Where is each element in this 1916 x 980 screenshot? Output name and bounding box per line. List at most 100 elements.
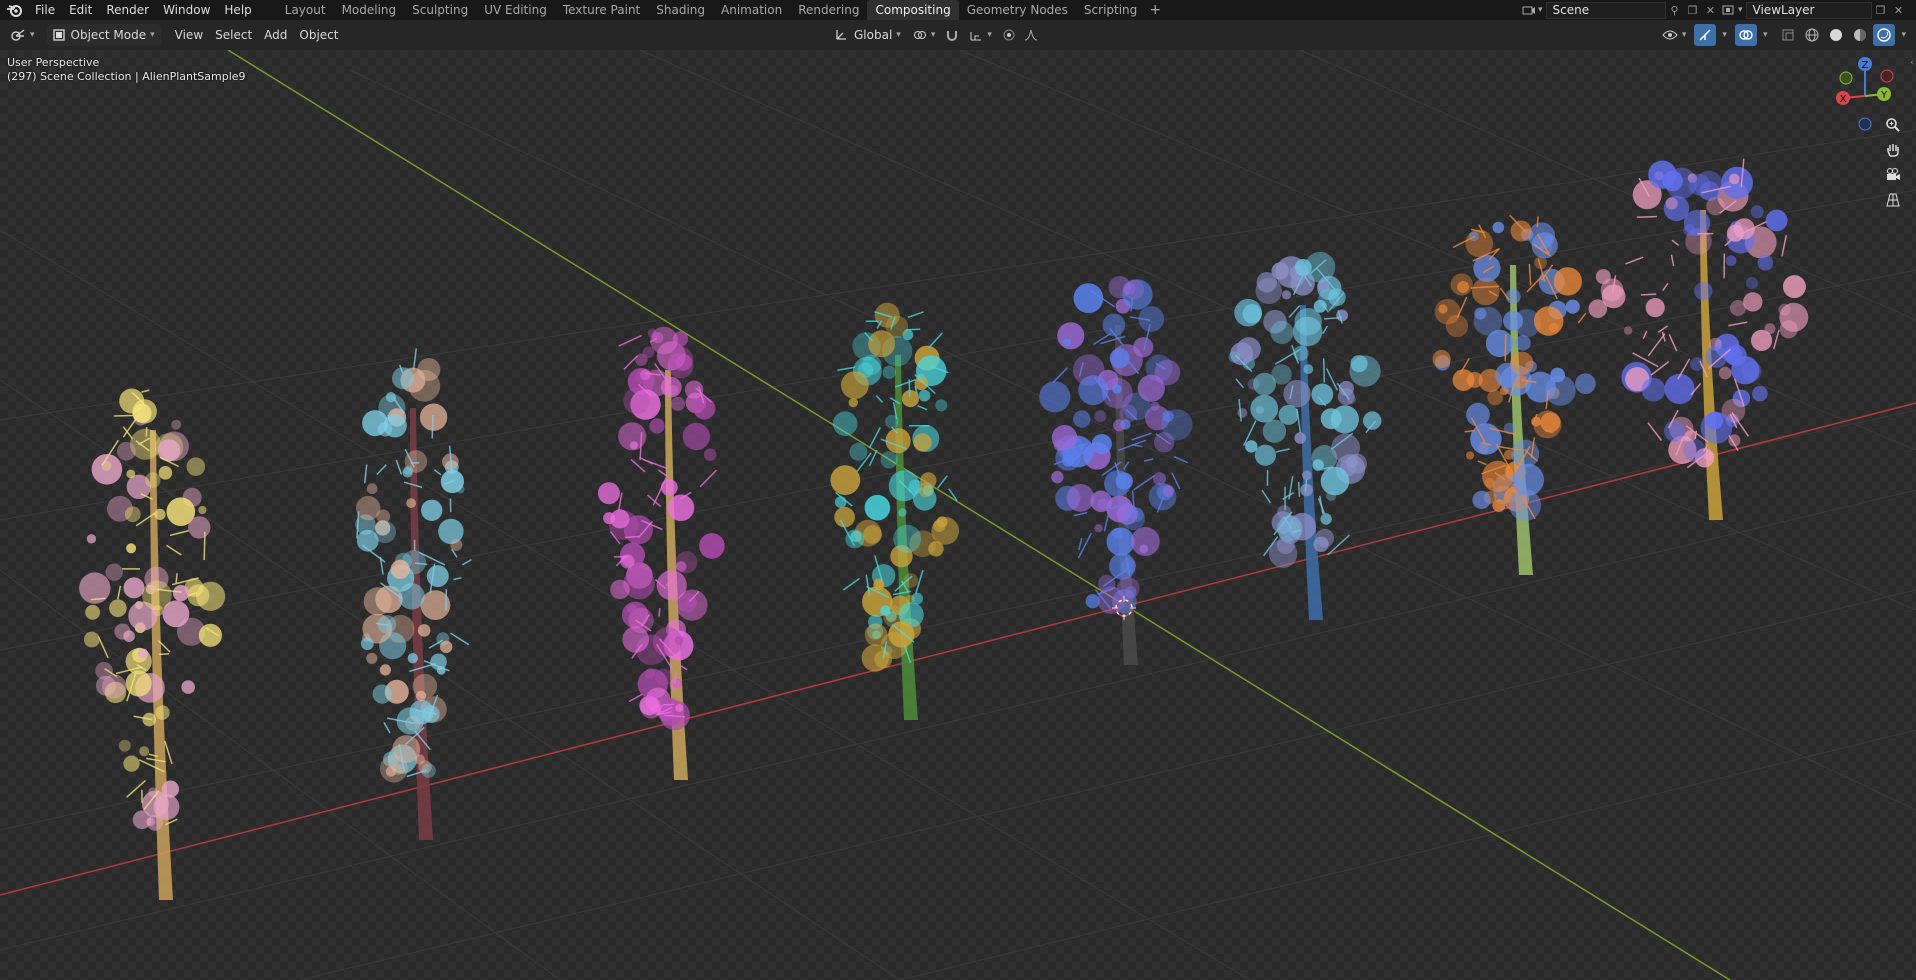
tab-uv-editing[interactable]: UV Editing [476, 0, 555, 20]
plant-filament [203, 531, 206, 561]
plant-blossom [158, 466, 173, 480]
plant-filament [630, 458, 646, 473]
visibility-dropdown[interactable]: ▾ [1656, 24, 1693, 46]
neg-y-axis-ball[interactable] [1839, 71, 1853, 85]
shading-solid[interactable] [1825, 24, 1847, 46]
chevron-down-icon[interactable]: ▾ [1722, 30, 1727, 40]
shading-wireframe[interactable] [1801, 24, 1823, 46]
plant-6-object[interactable] [1228, 251, 1382, 620]
plant-filament [113, 414, 134, 417]
shading-material[interactable] [1849, 24, 1871, 46]
proportional-editing-toggle[interactable] [998, 24, 1020, 46]
menu-object[interactable]: Object [293, 24, 344, 46]
tab-modeling[interactable]: Modeling [334, 0, 405, 20]
plant-2-object[interactable] [355, 348, 472, 840]
plant-blossom [1765, 209, 1788, 232]
editor-type-button[interactable]: ▾ [4, 24, 41, 46]
copy-icon[interactable]: ❐ [1684, 2, 1702, 19]
tab-layout[interactable]: Layout [277, 0, 334, 20]
plant-blossom [893, 524, 922, 553]
plant-filament [1103, 514, 1110, 532]
plant-blossom [1245, 440, 1258, 453]
tab-texture-paint[interactable]: Texture Paint [555, 0, 648, 20]
plant-filament [1131, 443, 1143, 448]
plant-blossom [105, 563, 123, 581]
zoom-icon[interactable] [1882, 114, 1904, 136]
blender-logo-icon[interactable] [0, 0, 28, 20]
plant-filament [1728, 321, 1748, 327]
plant-blossom [682, 422, 710, 451]
view-layer-icon[interactable] [1720, 2, 1738, 19]
menu-window[interactable]: Window [156, 0, 217, 20]
xray-toggle[interactable] [1777, 24, 1799, 46]
close-icon[interactable]: ✕ [1702, 2, 1720, 19]
plant-blossom [1276, 515, 1303, 542]
neg-x-axis-ball[interactable] [1880, 69, 1894, 83]
plant-blossom [172, 585, 190, 602]
close-icon[interactable]: ✕ [1890, 2, 1908, 19]
transform-orientation-dropdown[interactable]: Global ▾ [828, 24, 907, 46]
add-workspace-button[interactable]: + [1145, 0, 1165, 20]
tab-rendering[interactable]: Rendering [790, 0, 867, 20]
snap-target-dropdown[interactable]: ▾ [963, 24, 998, 46]
plant-blossom [639, 369, 651, 381]
scene-icon[interactable] [1520, 2, 1538, 19]
plant-blossom [1465, 451, 1475, 460]
perspective-grid-icon[interactable] [1882, 189, 1904, 211]
menu-view[interactable]: View [169, 24, 209, 46]
plant-8-object[interactable] [1588, 158, 1809, 520]
copy-icon[interactable]: ❐ [1872, 2, 1890, 19]
3d-viewport[interactable]: User Perspective (297) Scene Collection … [0, 50, 1916, 980]
menu-render[interactable]: Render [99, 0, 156, 20]
neg-z-axis-ball[interactable] [1858, 117, 1872, 131]
overlays-toggle[interactable] [1734, 24, 1757, 46]
sidebar-toggle-icon[interactable]: ‹ [1910, 58, 1916, 70]
chevron-down-icon[interactable]: ▾ [1901, 30, 1906, 40]
chevron-down-icon: ▾ [30, 30, 35, 40]
tab-scripting[interactable]: Scripting [1076, 0, 1145, 20]
tab-animation[interactable]: Animation [713, 0, 790, 20]
plant-blossom [1718, 366, 1732, 380]
plant-blossom [412, 673, 438, 699]
gizmo-toggle[interactable] [1694, 24, 1717, 46]
plant-filament [1528, 263, 1532, 286]
menu-file[interactable]: File [28, 0, 62, 20]
plant-blossom [155, 705, 170, 720]
plant-blossom [1228, 351, 1241, 363]
tab-geometry-nodes[interactable]: Geometry Nodes [959, 0, 1076, 20]
plant-blossom [1236, 337, 1261, 362]
chevron-down-icon[interactable]: ▾ [1763, 30, 1768, 40]
menu-edit[interactable]: Edit [62, 0, 99, 20]
pin-icon[interactable]: ⚲ [1666, 2, 1684, 19]
snap-toggle[interactable] [941, 24, 963, 46]
plant-4-object[interactable] [830, 302, 960, 720]
tab-compositing[interactable]: Compositing [867, 0, 959, 20]
menu-help[interactable]: Help [217, 0, 258, 20]
tab-shading[interactable]: Shading [648, 0, 713, 20]
pivot-point-dropdown[interactable]: ▾ [907, 24, 942, 46]
plant-filament [1288, 476, 1294, 500]
tab-sculpting[interactable]: Sculpting [404, 0, 476, 20]
camera-view-icon[interactable] [1882, 164, 1904, 186]
plant-blossom [1641, 377, 1666, 402]
plant-blossom [1293, 345, 1309, 361]
plant-blossom [86, 534, 97, 544]
plant-filament [1577, 312, 1587, 324]
plant-blossom [1294, 308, 1322, 336]
plant-blossom [610, 509, 630, 529]
chevron-down-icon[interactable]: ▾ [1538, 5, 1543, 15]
mode-dropdown[interactable]: Object Mode ▾ [46, 24, 161, 46]
y-axis-line [227, 50, 1731, 980]
view-layer-field[interactable]: ViewLayer [1745, 1, 1872, 19]
plant-3-object[interactable] [597, 326, 725, 780]
plant-filament [937, 475, 948, 489]
plant-blossom [830, 465, 861, 495]
menu-add[interactable]: Add [258, 24, 293, 46]
scene-name-field[interactable]: Scene [1545, 1, 1666, 19]
plant-blossom [1073, 410, 1091, 428]
chevron-down-icon[interactable]: ▾ [1738, 5, 1743, 15]
falloff-dropdown[interactable] [1020, 24, 1042, 46]
shading-rendered[interactable] [1873, 24, 1896, 46]
hand-pan-icon[interactable] [1882, 139, 1904, 161]
menu-select[interactable]: Select [209, 24, 258, 46]
